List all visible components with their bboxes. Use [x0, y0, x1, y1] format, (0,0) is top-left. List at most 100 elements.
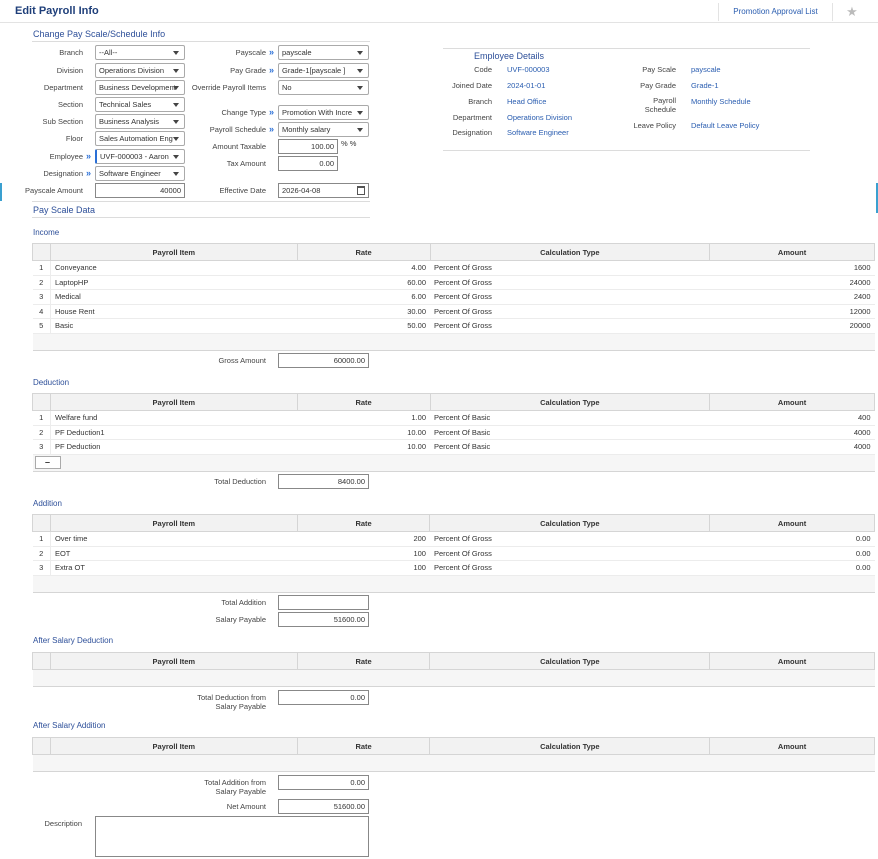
percent-suffix: % % [341, 139, 357, 148]
floor-select[interactable]: Sales Automation Eng [95, 131, 185, 146]
payroll-schedule-detail-value: Monthly Schedule [691, 97, 751, 106]
department-select[interactable]: Business Development [95, 80, 185, 95]
table-row[interactable]: 2 EOT 100 Percent Of Gross 0.00 [32, 546, 875, 561]
designation-select[interactable]: Software Engineer [95, 166, 185, 181]
floor-label: Floor [65, 134, 83, 143]
amount-cell: 0.00 [709, 560, 875, 576]
change-type-select[interactable]: Promotion With Incre [278, 105, 369, 120]
calendar-icon[interactable] [357, 186, 365, 195]
rate-header: Rate [296, 737, 431, 755]
rate-cell: 50.00 [297, 318, 430, 334]
tax-amount-input[interactable]: 0.00 [278, 156, 338, 171]
divider [443, 150, 810, 151]
net-amount-input[interactable]: 51600.00 [278, 799, 369, 814]
branch-select[interactable]: --All-- [95, 45, 185, 60]
table-row[interactable]: 5 Basic 50.00 Percent Of Gross 20000 [32, 318, 875, 334]
calc-type-cell: Percent Of Gross [430, 289, 710, 305]
description-label: Description [44, 819, 82, 828]
index-header [32, 652, 51, 670]
calc-type-cell: Percent Of Basic [430, 410, 710, 426]
gross-amount-input[interactable]: 60000.00 [278, 353, 369, 368]
division-select[interactable]: Operations Division [95, 63, 185, 78]
sub-section-label: Sub Section [42, 117, 83, 126]
total-deduction-input[interactable]: 8400.00 [278, 474, 369, 489]
pay-scale-data-title: Pay Scale Data [33, 205, 96, 215]
code-value: UVF-000003 [507, 65, 550, 74]
employee-select[interactable]: UVF-000003 - Aaron [95, 149, 185, 164]
amount-cell: 0.00 [709, 531, 875, 547]
employee-label: Employee [49, 152, 83, 161]
payscale-amount-input[interactable]: 40000 [95, 183, 185, 198]
branch-detail-label: Branch [468, 97, 492, 106]
rate-header: Rate [296, 393, 431, 411]
table-row[interactable]: 2 LaptopHP 60.00 Percent Of Gross 24000 [32, 275, 875, 290]
calc-type-cell: Percent Of Basic [430, 439, 710, 455]
remove-row-button[interactable]: – [34, 456, 61, 469]
table-footer [32, 332, 875, 351]
calc-type-cell: Percent Of Gross [430, 318, 710, 334]
section-select[interactable]: Technical Sales [95, 97, 185, 112]
calc-type-cell: Percent Of Gross [430, 260, 710, 276]
amount-cell: 24000 [709, 275, 875, 290]
pay-grade-detail-value: Grade-1 [691, 81, 719, 90]
section-label: Section [57, 100, 83, 109]
star-icon[interactable]: ★ [840, 3, 864, 21]
salary-payable-input[interactable]: 51600.00 [278, 612, 369, 627]
payroll-item-cell: Conveyance [50, 260, 298, 276]
table-footer [32, 754, 875, 772]
payroll-item-cell: Over time [50, 531, 298, 547]
divider [32, 41, 370, 42]
table-footer [32, 574, 875, 593]
table-row[interactable]: 3 Extra OT 100 Percent Of Gross 0.00 [32, 560, 875, 576]
row-index: 2 [32, 425, 51, 440]
calculation-type-header: Calculation Type [429, 652, 711, 670]
index-header [32, 243, 51, 261]
department-detail-value: Operations Division [507, 113, 573, 122]
rate-cell: 10.00 [297, 425, 430, 440]
description-textarea[interactable] [95, 816, 369, 857]
table-row[interactable]: 1 Over time 200 Percent Of Gross 0.00 [32, 531, 875, 547]
joined-date-value: 2024-01-01 [507, 81, 546, 90]
gross-amount-label: Gross Amount [218, 356, 266, 365]
table-row[interactable]: 2 PF Deduction1 10.00 Percent Of Basic 4000 [32, 425, 875, 440]
amount-taxable-input[interactable]: 100.00 [278, 139, 338, 154]
table-row[interactable]: 1 Welfare fund 1.00 Percent Of Basic 400 [32, 410, 875, 426]
table-row[interactable]: 1 Conveyance 4.00 Percent Of Gross 1600 [32, 260, 875, 276]
payroll-item-cell: Welfare fund [50, 410, 298, 426]
label-line: Total Addition from [204, 778, 266, 787]
sub-section-select[interactable]: Business Analysis [95, 114, 185, 129]
double-chevron-icon: » [269, 47, 275, 57]
total-deduction-from-payable-input[interactable]: 0.00 [278, 690, 369, 705]
amount-header: Amount [709, 393, 875, 411]
payroll-schedule-select[interactable]: Monthly salary [278, 122, 369, 137]
payroll-item-cell: PF Deduction [50, 439, 298, 455]
table-row[interactable]: 4 House Rent 30.00 Percent Of Gross 12000 [32, 304, 875, 319]
division-label: Division [56, 66, 83, 75]
override-payroll-label: Override Payroll Items [191, 83, 266, 92]
total-addition-from-payable-input[interactable]: 0.00 [278, 775, 369, 790]
total-addition-input[interactable] [278, 595, 369, 610]
payscale-amount-label: Payscale Amount [25, 186, 83, 195]
effective-date-value: 2026-04-08 [282, 186, 321, 195]
pay-scale-detail-label: Pay Scale [642, 65, 676, 74]
promotion-approval-list-link[interactable]: Promotion Approval List [718, 3, 833, 21]
payroll-item-cell: Basic [50, 318, 298, 334]
amount-header: Amount [709, 514, 875, 532]
rate-header: Rate [296, 243, 431, 261]
divider [443, 48, 810, 49]
payroll-item-header: Payroll Item [49, 652, 298, 670]
pay-grade-select[interactable]: Grade-1[payscale ] [278, 63, 369, 78]
effective-date-input[interactable]: 2026-04-08 [278, 183, 369, 198]
double-chevron-icon: » [269, 107, 275, 117]
table-row[interactable]: 3 Medical 6.00 Percent Of Gross 2400 [32, 289, 875, 305]
rate-header: Rate [296, 514, 431, 532]
amount-cell: 1600 [709, 260, 875, 276]
row-index: 1 [32, 531, 51, 547]
override-payroll-select[interactable]: No [278, 80, 369, 95]
amount-header: Amount [709, 737, 875, 755]
table-row[interactable]: 3 PF Deduction 10.00 Percent Of Basic 4000 [32, 439, 875, 455]
amount-cell: 4000 [709, 439, 875, 455]
payscale-select[interactable]: payscale [278, 45, 369, 60]
payroll-item-cell: EOT [50, 546, 298, 561]
rate-cell: 60.00 [297, 275, 430, 290]
